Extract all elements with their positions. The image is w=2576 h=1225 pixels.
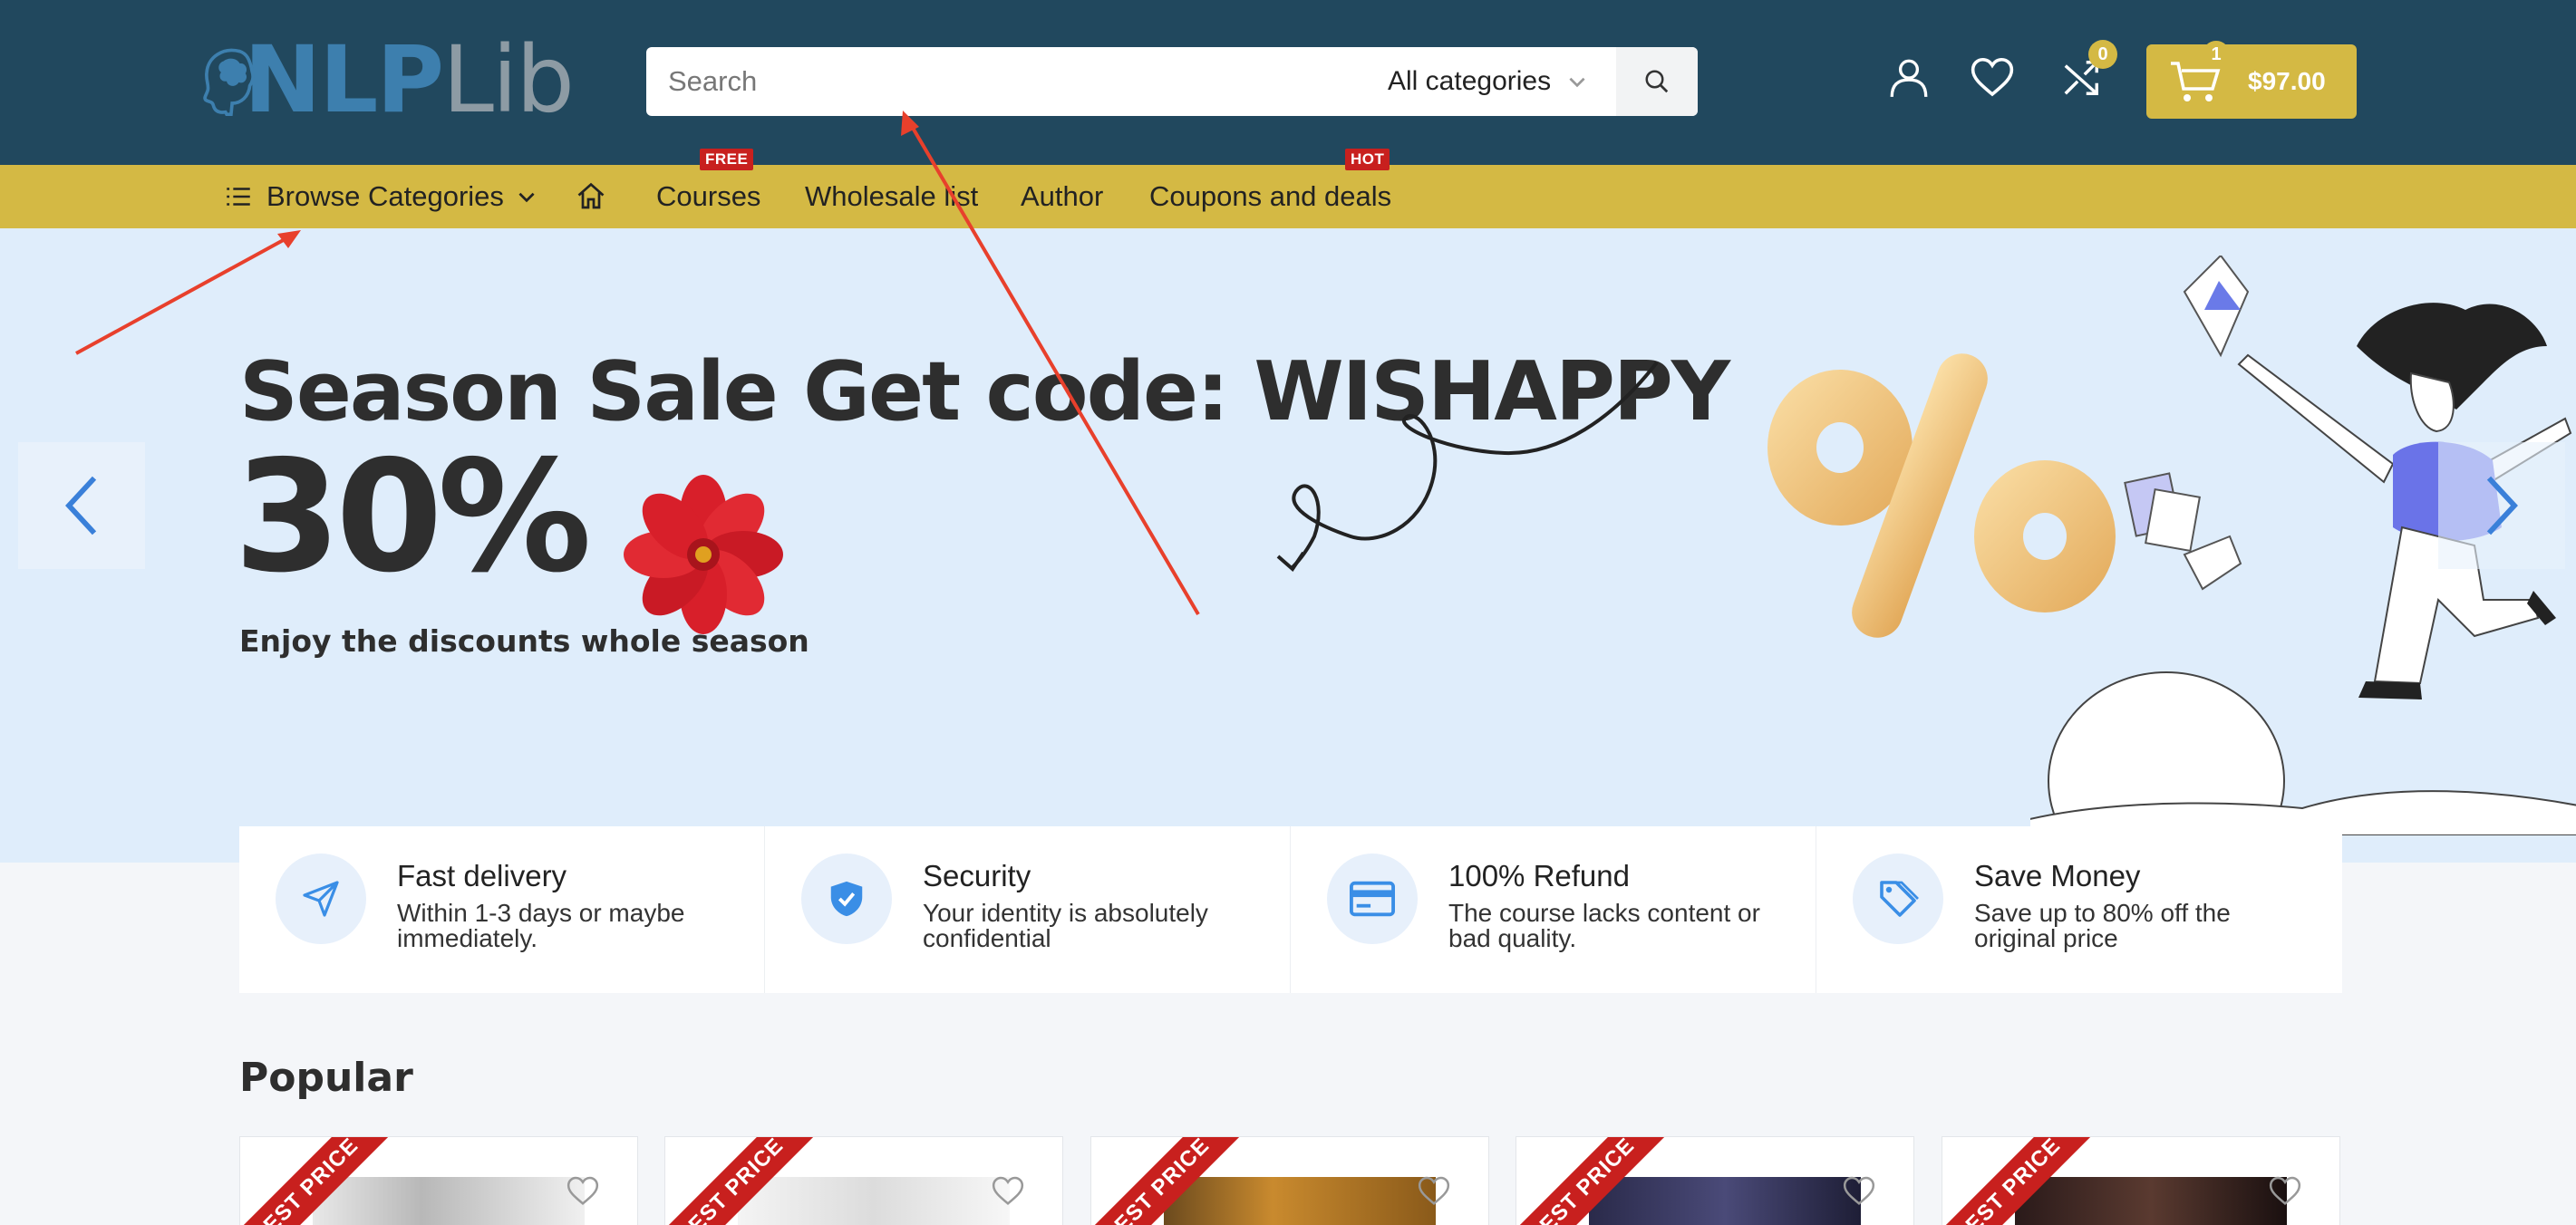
feature-save-money: Save Money Save up to 80% off the origin… — [1816, 826, 2342, 993]
product-thumbnail — [313, 1177, 585, 1225]
product-thumbnail — [1164, 1177, 1436, 1225]
nav-courses[interactable]: Courses FREE — [656, 149, 761, 228]
chevron-down-icon — [518, 192, 535, 203]
feature-icon-circle — [276, 854, 366, 944]
nav-author[interactable]: Author — [1021, 165, 1103, 228]
brain-head-icon — [203, 48, 255, 117]
feature-security: Security Your identity is absolutely con… — [765, 826, 1291, 993]
feature-fast-delivery: Fast delivery Within 1-3 days or maybe i… — [239, 826, 765, 993]
wishlist-heart-icon[interactable] — [1841, 1173, 1877, 1210]
heart-icon — [1971, 57, 2014, 97]
product-card[interactable]: BEST PRICE — [1516, 1136, 1914, 1225]
product-thumbnail — [1589, 1177, 1861, 1225]
category-select[interactable]: All categories — [1388, 47, 1589, 116]
popular-heading: Popular — [239, 1055, 413, 1101]
list-icon — [227, 188, 250, 206]
paper-plane-icon — [303, 881, 339, 917]
hot-tag: HOT — [1345, 149, 1390, 170]
product-thumbnail — [2015, 1177, 2287, 1225]
credit-card-icon — [1350, 881, 1395, 917]
feature-description: Save up to 80% off the original price — [1974, 899, 2231, 952]
feature-refund: 100% Refund The course lacks content or … — [1291, 826, 1816, 993]
browse-categories-label: Browse Categories — [266, 180, 504, 212]
nav-home[interactable] — [575, 165, 607, 228]
wishlist-heart-icon[interactable] — [565, 1173, 601, 1210]
category-select-label: All categories — [1388, 66, 1552, 96]
feature-icon-circle — [1853, 854, 1943, 944]
site-header: NLPLib All categories 0 1 $97.00 — [0, 0, 2576, 165]
feature-icon-circle — [801, 854, 892, 944]
chevron-down-icon — [1569, 77, 1585, 88]
product-thumbnail — [738, 1177, 1010, 1225]
nav-coupons[interactable]: Coupons and deals HOT — [1149, 149, 1392, 228]
main-nav: Browse Categories Courses FREE Wholesale… — [0, 149, 2576, 228]
feature-description: Your identity is absolutely confidential — [923, 899, 1208, 952]
browse-categories-button[interactable]: Browse Categories — [223, 165, 538, 228]
feature-icon-circle — [1327, 854, 1418, 944]
feature-title: Fast delivery — [397, 859, 567, 892]
tag-icon — [1880, 881, 1919, 917]
search-icon — [1645, 70, 1669, 93]
wishlist-heart-icon[interactable] — [2267, 1173, 2303, 1210]
slider-next-button[interactable] — [2438, 442, 2565, 569]
home-icon — [577, 182, 605, 209]
chevron-right-icon — [2486, 476, 2518, 535]
free-tag: FREE — [700, 149, 754, 170]
cart-count-badge: 1 — [2203, 41, 2230, 68]
feature-description: The course lacks content or bad quality. — [1448, 899, 1760, 952]
feature-title: Save Money — [1974, 859, 2141, 892]
feature-description: Within 1-3 days or maybe immediately. — [397, 899, 685, 952]
search-input[interactable] — [646, 48, 1335, 115]
red-flower-image — [624, 475, 783, 634]
search-bar: All categories — [646, 47, 1698, 116]
shield-check-icon — [830, 881, 863, 917]
nav-courses-label: Courses — [656, 180, 761, 212]
feature-strip: Fast delivery Within 1-3 days or maybe i… — [239, 826, 2342, 993]
site-logo[interactable]: NLPLib — [201, 22, 575, 140]
nav-wholesale-list[interactable]: Wholesale list — [805, 165, 978, 228]
wishlist-heart-icon[interactable] — [990, 1173, 1026, 1210]
nav-wholesale-label: Wholesale list — [805, 180, 979, 212]
cart-button[interactable]: 1 $97.00 — [2146, 41, 2357, 119]
product-card[interactable]: BEST PRICE — [664, 1136, 1063, 1225]
wishlist-heart-icon[interactable] — [1416, 1173, 1452, 1210]
account-button[interactable] — [1884, 53, 1934, 103]
user-icon — [1890, 59, 1928, 97]
product-card[interactable]: BEST PRICE — [1942, 1136, 2340, 1225]
chevron-left-icon — [65, 476, 97, 535]
logo-wordmark: NLPLib — [243, 26, 575, 134]
hero-banner: Season Sale Get code: WISHAPPY 30% Enjoy… — [0, 228, 2576, 863]
cart-total: $97.00 — [2248, 67, 2326, 95]
nav-author-label: Author — [1021, 180, 1104, 212]
hero-discount: 30% — [234, 428, 592, 607]
search-button[interactable] — [1616, 47, 1698, 116]
product-card[interactable]: BEST PRICE — [239, 1136, 638, 1225]
wishlist-button[interactable] — [1967, 53, 2018, 103]
compare-count-badge: 0 — [2088, 40, 2117, 69]
feature-title: 100% Refund — [1448, 859, 1630, 892]
slider-prev-button[interactable] — [18, 442, 145, 569]
curly-arrow-decoration — [1276, 361, 1659, 573]
nav-coupons-label: Coupons and deals — [1149, 180, 1392, 212]
compare-button[interactable]: 0 — [2056, 40, 2117, 103]
product-card[interactable]: BEST PRICE — [1090, 1136, 1489, 1225]
feature-title: Security — [923, 859, 1031, 892]
